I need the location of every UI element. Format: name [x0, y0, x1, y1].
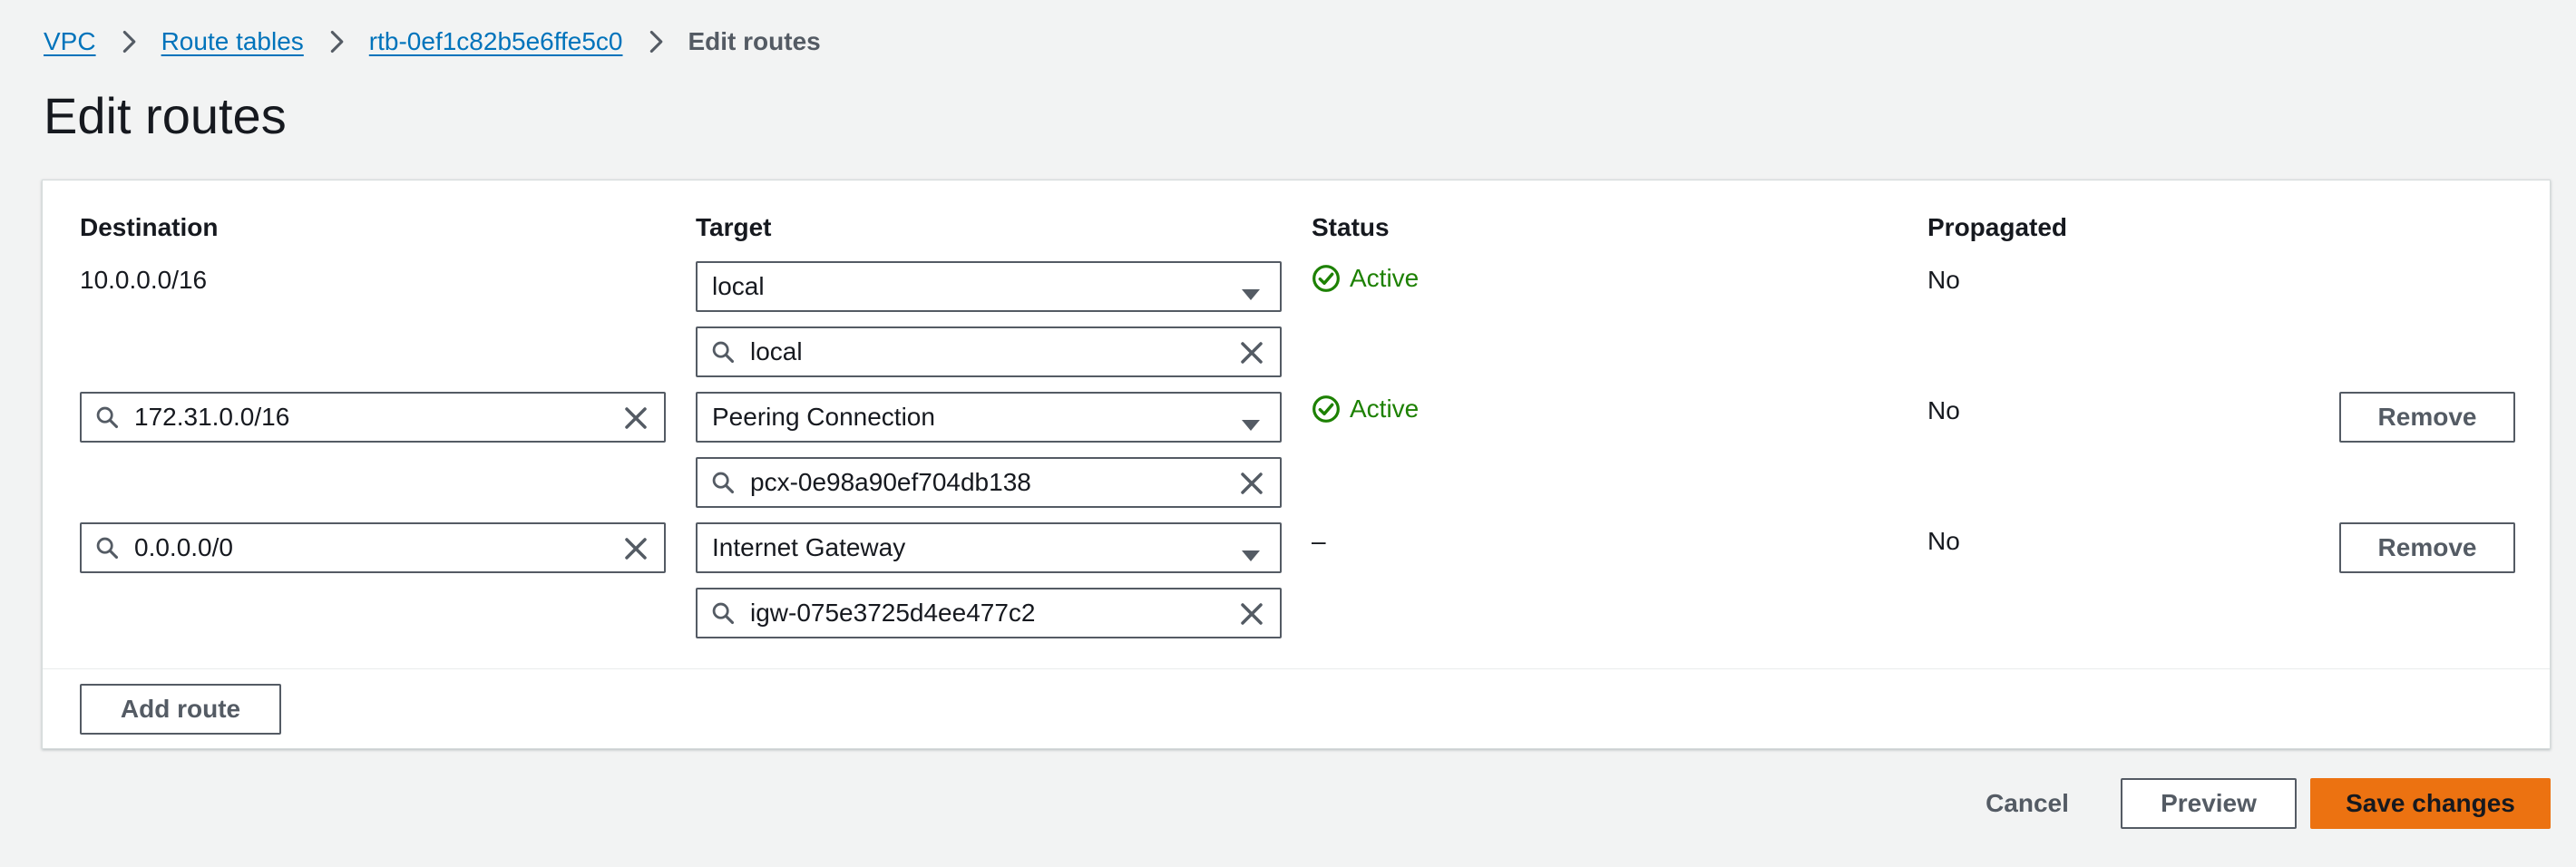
destination-search[interactable] [80, 522, 666, 573]
target-id-input[interactable] [750, 468, 1280, 497]
page-title: Edit routes [44, 87, 287, 144]
check-circle-icon [1312, 395, 1341, 424]
column-header-propagated: Propagated [1927, 213, 2068, 241]
target-id-input[interactable] [750, 337, 1280, 366]
breadcrumb-route-tables-link[interactable]: Route tables [161, 27, 304, 56]
check-circle-icon [1312, 264, 1341, 293]
propagated-text: No [1927, 396, 1960, 424]
propagated-text: No [1927, 527, 1960, 555]
close-icon[interactable] [1238, 339, 1265, 366]
column-header-status: Status [1312, 213, 1390, 241]
caret-down-icon [1240, 410, 1262, 439]
search-icon [710, 339, 736, 365]
column-header-destination: Destination [80, 213, 219, 241]
target-type-select[interactable]: Peering Connection [696, 392, 1282, 443]
status-text: Active [1350, 395, 1420, 423]
chevron-right-icon [643, 29, 668, 54]
column-header-target: Target [696, 213, 772, 241]
chevron-right-icon [324, 29, 349, 54]
target-id-search[interactable] [696, 326, 1282, 377]
destination-search[interactable] [80, 392, 666, 443]
destination-input[interactable] [134, 403, 664, 432]
target-type-select[interactable]: local [696, 261, 1282, 312]
save-changes-button[interactable]: Save changes [2310, 778, 2551, 829]
target-type-value: local [712, 272, 765, 300]
cancel-button[interactable]: Cancel [1966, 778, 2088, 829]
panel-footer-divider [43, 668, 2550, 669]
preview-button[interactable]: Preview [2121, 778, 2297, 829]
search-icon [94, 535, 120, 560]
status-text: Active [1350, 264, 1420, 292]
close-icon[interactable] [1238, 470, 1265, 497]
routes-panel: Destination Target Status Propagated 10.… [42, 180, 2551, 749]
search-icon [710, 600, 736, 626]
caret-down-icon [1240, 279, 1262, 308]
breadcrumb-route-table-id-link[interactable]: rtb-0ef1c82b5e6ffe5c0 [369, 27, 623, 56]
breadcrumb-vpc-link[interactable]: VPC [44, 27, 96, 56]
breadcrumb: VPC Route tables rtb-0ef1c82b5e6ffe5c0 E… [44, 24, 821, 60]
caret-down-icon [1240, 541, 1262, 570]
propagated-text: No [1927, 266, 1960, 294]
target-id-search[interactable] [696, 457, 1282, 508]
close-icon[interactable] [1238, 600, 1265, 628]
close-icon[interactable] [622, 535, 649, 562]
remove-route-button[interactable]: Remove [2339, 392, 2515, 443]
search-icon [94, 404, 120, 430]
target-type-value: Peering Connection [712, 403, 935, 431]
close-icon[interactable] [622, 404, 649, 432]
status-badge: Active [1312, 395, 1419, 424]
search-icon [710, 470, 736, 495]
status-text: – [1312, 527, 1326, 555]
target-id-search[interactable] [696, 588, 1282, 638]
destination-input[interactable] [134, 533, 664, 562]
chevron-right-icon [116, 29, 141, 54]
breadcrumb-current: Edit routes [688, 27, 821, 55]
route-destination-text: 10.0.0.0/16 [80, 266, 208, 294]
status-badge: Active [1312, 264, 1419, 293]
add-route-button[interactable]: Add route [80, 684, 281, 735]
target-id-input[interactable] [750, 599, 1280, 628]
target-type-select[interactable]: Internet Gateway [696, 522, 1282, 573]
target-type-value: Internet Gateway [712, 533, 906, 561]
remove-route-button[interactable]: Remove [2339, 522, 2515, 573]
